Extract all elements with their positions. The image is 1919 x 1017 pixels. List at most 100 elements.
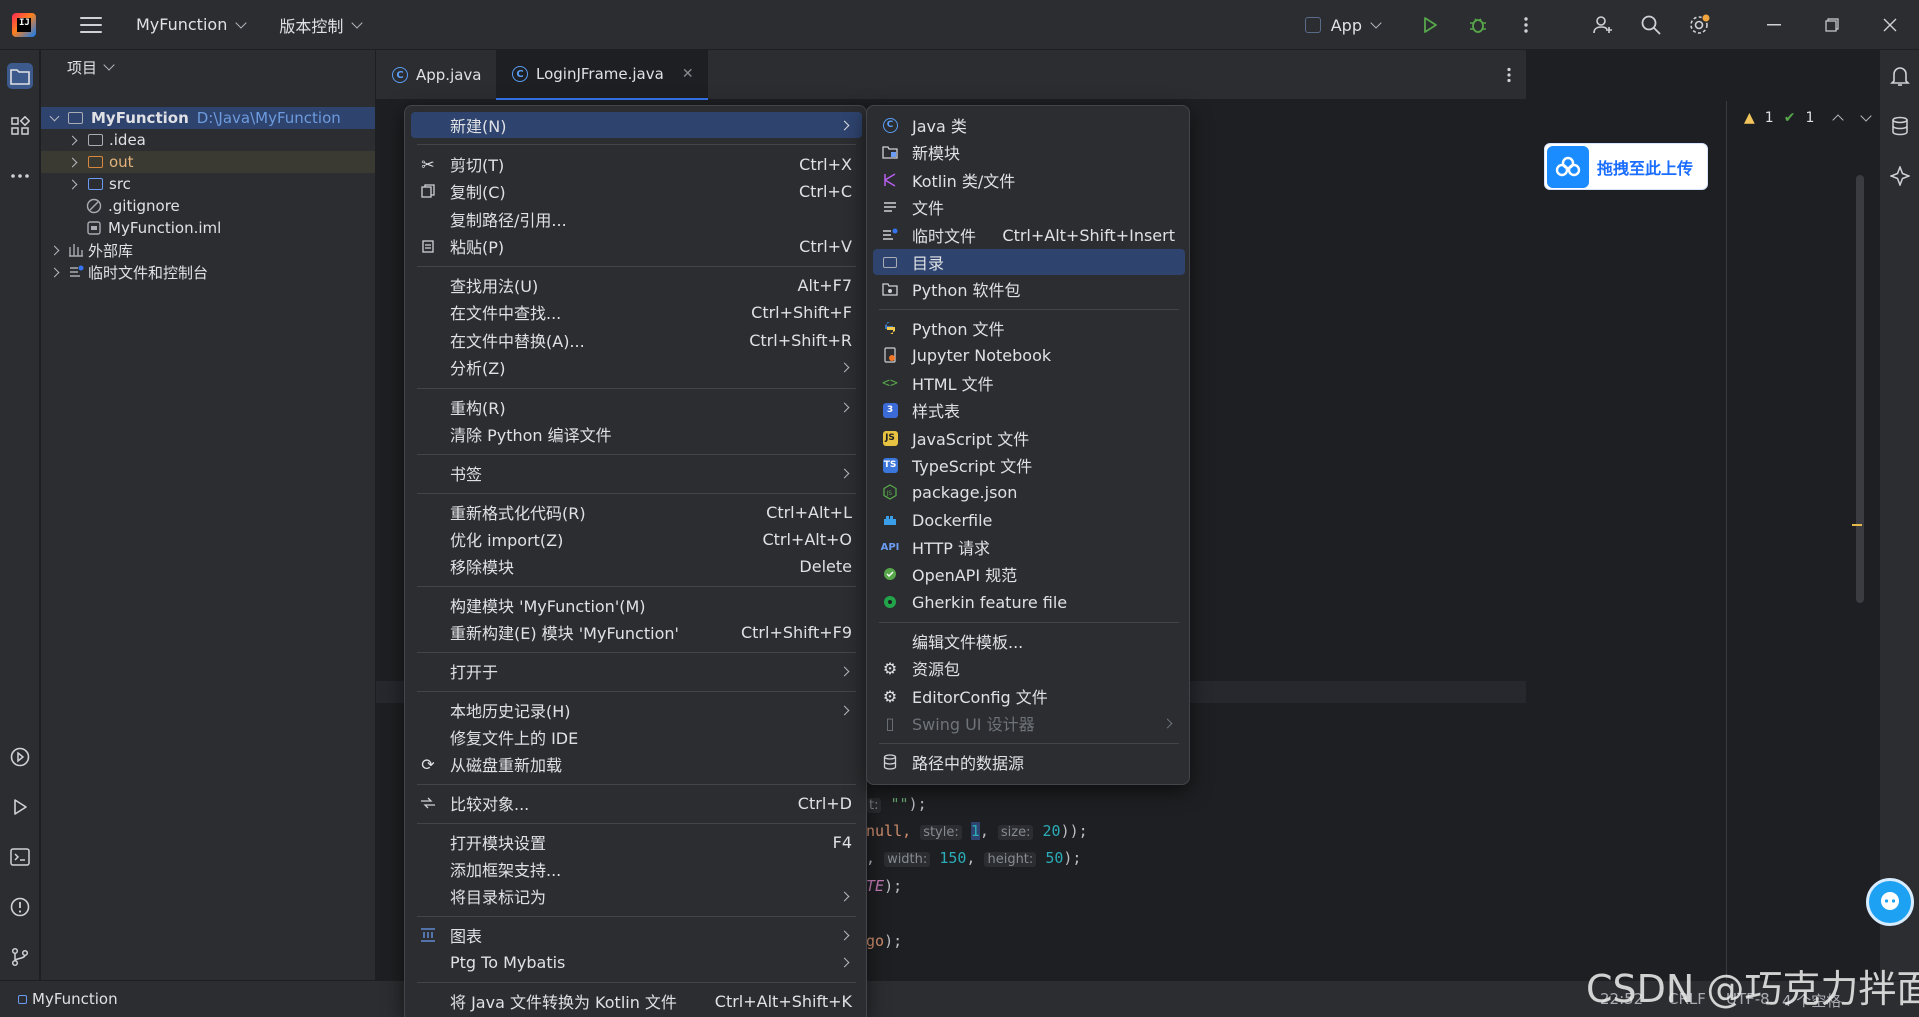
status-project-breadcrumb[interactable]: MyFunction [18, 990, 118, 1008]
new-item-typescript[interactable]: TS TypeScript 文件 [873, 452, 1185, 478]
menu-item-reformat-code[interactable]: 重新格式化代码(R) Ctrl+Alt+L [411, 499, 862, 525]
inspections-widget[interactable]: ▲ 1 ✔ 1 [1744, 110, 1873, 126]
new-item-python-package[interactable]: Python 软件包 [873, 276, 1185, 302]
new-item-kotlin[interactable]: Kotlin 类/文件 [873, 167, 1185, 193]
tab-app-java[interactable]: C App.java [376, 50, 498, 100]
tab-loginjframe-java[interactable]: C LoginJFrame.java ✕ [496, 50, 708, 100]
tree-row-src[interactable]: src [41, 173, 375, 195]
collapse-arrow-icon[interactable] [49, 245, 60, 255]
new-item-module[interactable]: 新模块 [873, 139, 1185, 165]
new-item-package-json[interactable]: JS package.json [873, 479, 1185, 505]
collapse-arrow-icon[interactable] [67, 157, 78, 167]
expand-arrow-icon[interactable] [49, 111, 60, 121]
minimize-window-icon[interactable] [1745, 0, 1803, 50]
menu-item-mark-directory[interactable]: 将目录标记为 [411, 883, 862, 909]
problems-icon[interactable] [7, 894, 33, 920]
more-tools-icon[interactable] [7, 163, 33, 189]
menu-item-new[interactable]: 新建(N) [411, 112, 862, 138]
new-item-jupyter[interactable]: Jupyter Notebook [873, 342, 1185, 368]
new-item-openapi[interactable]: OpenAPI 规范 [873, 561, 1185, 587]
menu-item-build-module[interactable]: 构建模块 'MyFunction'(M) [411, 592, 862, 618]
debug-icon[interactable] [1465, 12, 1491, 38]
collapse-arrow-icon[interactable] [67, 179, 78, 189]
new-item-directory[interactable]: 目录 [873, 249, 1185, 275]
tree-row-gitignore[interactable]: .gitignore [41, 195, 375, 217]
tab-options-icon[interactable] [1506, 67, 1512, 87]
new-item-java-class[interactable]: C Java 类 [873, 112, 1185, 138]
services-icon[interactable] [7, 744, 33, 770]
restore-window-icon[interactable] [1803, 0, 1861, 50]
new-item-dockerfile[interactable]: Dockerfile [873, 507, 1185, 533]
new-item-html[interactable]: <> HTML 文件 [873, 370, 1185, 396]
chevron-down-icon[interactable] [1860, 110, 1873, 122]
baidu-upload-widget[interactable]: 拖拽至此上传 [1544, 143, 1708, 190]
tree-row-iml[interactable]: MyFunction.iml [41, 217, 375, 239]
menu-item-module-settings[interactable]: 打开模块设置 F4 [411, 829, 862, 855]
vcs-menu[interactable]: 版本控制 [279, 13, 364, 37]
new-item-stylesheet[interactable]: 3 样式表 [873, 397, 1185, 423]
editor-scrollbar[interactable] [1856, 175, 1864, 603]
menu-item-paste[interactable]: 粘贴(P) Ctrl+V [411, 233, 862, 259]
tree-row-external-libs[interactable]: 外部库 [41, 239, 375, 261]
run-config-selector[interactable]: App [1304, 16, 1382, 35]
main-menu-icon[interactable] [80, 16, 102, 33]
chevron-up-icon[interactable] [1832, 114, 1845, 126]
tree-row-root[interactable]: MyFunction D:\Java\MyFunction [41, 107, 375, 129]
new-item-python-file[interactable]: Python 文件 [873, 315, 1185, 341]
notifications-bell-icon[interactable] [1887, 63, 1913, 89]
new-item-editorconfig[interactable]: ⚙ EditorConfig 文件 [873, 683, 1185, 709]
project-switcher[interactable]: MyFunction [136, 15, 247, 34]
new-item-data-source[interactable]: 路径中的数据源 [873, 749, 1185, 775]
menu-item-diagrams[interactable]: 图表 [411, 922, 862, 948]
terminal-icon[interactable] [7, 844, 33, 870]
tree-row-idea[interactable]: .idea [41, 129, 375, 151]
project-folder-icon[interactable] [7, 63, 33, 89]
menu-item-copy[interactable]: 复制(C) Ctrl+C [411, 178, 862, 204]
chat-assistant-icon[interactable] [1866, 878, 1914, 926]
menu-item-cut[interactable]: ✂ 剪切(T) Ctrl+X [411, 151, 862, 177]
git-icon[interactable] [7, 944, 33, 970]
tree-row-out[interactable]: out [41, 151, 375, 173]
add-user-icon[interactable] [1590, 12, 1616, 38]
menu-item-rebuild-module[interactable]: 重新构建(E) 模块 'MyFunction' Ctrl+Shift+F9 [411, 619, 862, 645]
menu-item-add-framework[interactable]: 添加框架支持... [411, 856, 862, 882]
tree-row-scratches[interactable]: 临时文件和控制台 [41, 261, 375, 283]
menu-item-convert-to-kotlin[interactable]: 将 Java 文件转换为 Kotlin 文件 Ctrl+Alt+Shift+K [411, 988, 862, 1014]
new-item-resource-bundle[interactable]: ⚙ 资源包 [873, 655, 1185, 681]
menu-item-clean-python[interactable]: 清除 Python 编译文件 [411, 421, 862, 447]
database-icon[interactable] [1887, 113, 1913, 139]
new-item-file[interactable]: 文件 [873, 194, 1185, 220]
menu-item-find-usages[interactable]: 查找用法(U) Alt+F7 [411, 272, 862, 298]
menu-item-copy-path[interactable]: 复制路径/引用... [411, 206, 862, 232]
intellij-logo-icon[interactable]: IJ [12, 12, 36, 37]
close-window-icon[interactable] [1861, 0, 1919, 50]
run-tool-icon[interactable] [7, 794, 33, 820]
more-actions-icon[interactable] [1513, 12, 1539, 38]
menu-item-find-in-files[interactable]: 在文件中查找... Ctrl+Shift+F [411, 299, 862, 325]
menu-item-local-history[interactable]: 本地历史记录(H) [411, 697, 862, 723]
menu-item-replace-in-files[interactable]: 在文件中替换(A)... Ctrl+Shift+R [411, 327, 862, 353]
close-tab-icon[interactable]: ✕ [682, 66, 694, 82]
new-item-http-request[interactable]: API HTTP 请求 [873, 534, 1185, 560]
collapse-arrow-icon[interactable] [67, 135, 78, 145]
new-item-edit-templates[interactable]: 编辑文件模板... [873, 628, 1185, 654]
search-icon[interactable] [1638, 12, 1664, 38]
ai-assistant-icon[interactable] [1887, 163, 1913, 189]
menu-item-compare-with[interactable]: 比较对象... Ctrl+D [411, 790, 862, 816]
menu-item-optimize-imports[interactable]: 优化 import(Z) Ctrl+Alt+O [411, 526, 862, 552]
run-icon[interactable] [1417, 12, 1443, 38]
settings-gear-icon[interactable] [1686, 12, 1712, 38]
new-item-gherkin[interactable]: Gherkin feature file [873, 589, 1185, 615]
project-panel-header[interactable]: 项目 [41, 50, 375, 84]
menu-item-repair-ide[interactable]: 修复文件上的 IDE [411, 724, 862, 750]
new-item-scratch-file[interactable]: 临时文件 Ctrl+Alt+Shift+Insert [873, 222, 1185, 248]
new-item-javascript[interactable]: JS JavaScript 文件 [873, 425, 1185, 451]
menu-item-remove-module[interactable]: 移除模块 Delete [411, 553, 862, 579]
menu-item-open-in[interactable]: 打开于 [411, 658, 862, 684]
menu-item-reload-from-disk[interactable]: ⟳ 从磁盘重新加载 [411, 751, 862, 777]
menu-item-ptg-mybatis[interactable]: Ptg To Mybatis [411, 949, 862, 975]
warning-marker[interactable] [1852, 524, 1862, 526]
menu-item-analyze[interactable]: 分析(Z) [411, 354, 862, 380]
collapse-arrow-icon[interactable] [49, 267, 60, 277]
structure-icon[interactable] [7, 113, 33, 139]
